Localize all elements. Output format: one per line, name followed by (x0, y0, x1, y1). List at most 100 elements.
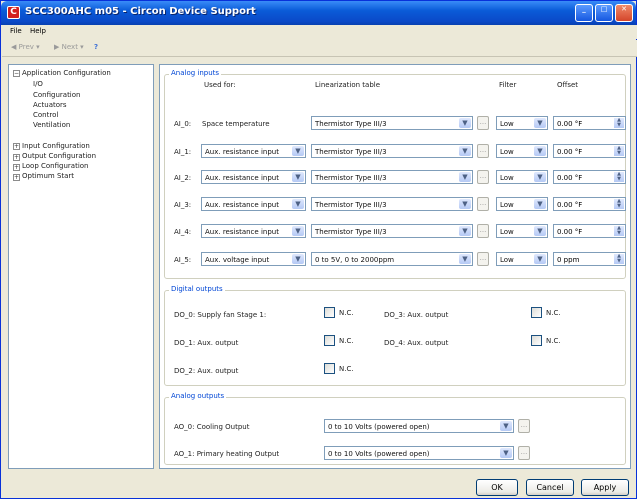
chevron-down-icon[interactable]: ▼ (459, 199, 471, 209)
ai-4-used-for-select[interactable]: Aux. resistance input ▼ (201, 224, 306, 238)
ai-2-offset-spinner[interactable]: 0.00 °F ▲ ▼ (553, 170, 626, 184)
menu-help[interactable]: Help (30, 27, 46, 35)
tree-item-control[interactable]: Control (33, 111, 58, 119)
chevron-down-icon[interactable]: ▼ (292, 226, 304, 236)
ai-3-filter-select[interactable]: Low ▼ (496, 197, 548, 211)
ai-1-browse-button[interactable]: ... (477, 144, 489, 158)
cancel-button[interactable]: Cancel (526, 479, 574, 496)
ai-4-browse-button[interactable]: ... (477, 224, 489, 238)
chevron-down-icon[interactable]: ▼ (459, 146, 471, 156)
chevron-down-icon[interactable]: ▼ (459, 172, 471, 182)
ai-5-browse-button[interactable]: ... (477, 252, 489, 266)
tree-item-ventilation[interactable]: Ventilation (33, 121, 70, 129)
prev-button[interactable]: ◀ Prev ▾ (11, 43, 40, 51)
chevron-down-icon[interactable]: ▼ (534, 199, 546, 209)
ai-4-label: AI_4: (174, 228, 192, 236)
ai-2-used-for-select[interactable]: Aux. resistance input ▼ (201, 170, 306, 184)
ai-3-used-for-select[interactable]: Aux. resistance input ▼ (201, 197, 306, 211)
help-icon[interactable]: ? (94, 43, 98, 51)
forward-arrow-icon: ▶ (54, 43, 60, 51)
chevron-down-icon[interactable]: ▼ (534, 146, 546, 156)
used-for-header: Used for: (204, 81, 236, 89)
chevron-down-icon[interactable]: ▼ (534, 254, 546, 264)
chevron-down-icon[interactable]: ▼ (459, 226, 471, 236)
ai-5-offset-spinner[interactable]: 0 ppm ▲ ▼ (553, 252, 626, 266)
ai-1-offset-spinner[interactable]: 0.00 °F ▲ ▼ (553, 144, 626, 158)
ao-1-browse-button[interactable]: ... (518, 446, 530, 460)
do-2-nc-checkbox[interactable] (324, 363, 335, 374)
ao-0-select[interactable]: 0 to 10 Volts (powered open) ▼ (324, 419, 514, 433)
expand-icon[interactable]: + (13, 154, 20, 161)
tree-item-application-configuration[interactable]: Application Configuration (22, 69, 111, 77)
ai-1-used-for-select[interactable]: Aux. resistance input ▼ (201, 144, 306, 158)
minimize-button[interactable]: _ (575, 4, 593, 22)
chevron-down-icon[interactable]: ▼ (534, 226, 546, 236)
ao-0-browse-button[interactable]: ... (518, 419, 530, 433)
ai-5-filter-select[interactable]: Low ▼ (496, 252, 548, 266)
ai-0-filter-value: Low (500, 120, 514, 128)
next-label: Next (61, 43, 78, 51)
tree-item-optimum-start[interactable]: Optimum Start (22, 172, 74, 180)
ai-2-linearization-select[interactable]: Thermistor Type III/3 ▼ (311, 170, 473, 184)
chevron-down-icon[interactable]: ▼ (534, 172, 546, 182)
menu-file[interactable]: File (10, 27, 22, 35)
ok-button[interactable]: OK (476, 479, 518, 496)
title-bar[interactable]: C SCC300AHC m05 - Circon Device Support … (1, 1, 636, 25)
tree-item-actuators[interactable]: Actuators (33, 101, 67, 109)
expand-icon[interactable]: + (13, 143, 20, 150)
linearization-header: Linearization table (315, 81, 381, 89)
tree-item-configuration[interactable]: Configuration (33, 91, 80, 99)
ai-4-filter-select[interactable]: Low ▼ (496, 224, 548, 238)
ai-0-filter-select[interactable]: Low ▼ (496, 116, 548, 130)
do-4-nc-checkbox[interactable] (531, 335, 542, 346)
tree-item-io[interactable]: I/O (33, 80, 43, 88)
ai-0-browse-button[interactable]: ... (477, 116, 489, 130)
ai-0-offset-spinner[interactable]: 0.00 °F ▲ ▼ (553, 116, 626, 130)
ai-3-label: AI_3: (174, 201, 192, 209)
ai-2-filter-select[interactable]: Low ▼ (496, 170, 548, 184)
chevron-down-icon[interactable]: ▼ (292, 146, 304, 156)
ai-3-offset-spinner[interactable]: 0.00 °F ▲ ▼ (553, 197, 626, 211)
chevron-down-icon[interactable]: ▼ (500, 421, 512, 431)
ai-3-linearization-select[interactable]: Thermistor Type III/3 ▼ (311, 197, 473, 211)
tree-item-input-configuration[interactable]: Input Configuration (22, 142, 90, 150)
maximize-button[interactable]: □ (595, 4, 613, 22)
next-button[interactable]: ▶ Next ▾ (54, 43, 84, 51)
ao-1-select[interactable]: 0 to 10 Volts (powered open) ▼ (324, 446, 514, 460)
ai-0-linearization-select[interactable]: Thermistor Type III/3 ▼ (311, 116, 473, 130)
ai-4-linearization-select[interactable]: Thermistor Type III/3 ▼ (311, 224, 473, 238)
ai-4-offset-spinner[interactable]: 0.00 °F ▲ ▼ (553, 224, 626, 238)
expand-icon[interactable]: + (13, 174, 20, 181)
do-4-label: DO_4: Aux. output (384, 339, 449, 347)
close-button[interactable]: ✕ (615, 4, 633, 22)
tree-item-loop-configuration[interactable]: Loop Configuration (22, 162, 88, 170)
do-1-nc-label: N.C. (339, 337, 354, 345)
do-3-nc-checkbox[interactable] (531, 307, 542, 318)
tree-item-output-configuration[interactable]: Output Configuration (22, 152, 96, 160)
do-0-nc-checkbox[interactable] (324, 307, 335, 318)
spin-arrows-icon[interactable]: ▲ ▼ (614, 172, 624, 182)
chevron-down-icon[interactable]: ▼ (459, 254, 471, 264)
chevron-down-icon[interactable]: ▼ (292, 254, 304, 264)
spin-arrows-icon[interactable]: ▲ ▼ (614, 226, 624, 236)
chevron-down-icon[interactable]: ▼ (500, 448, 512, 458)
chevron-down-icon[interactable]: ▼ (534, 118, 546, 128)
spin-arrows-icon[interactable]: ▲ ▼ (614, 118, 624, 128)
collapse-icon[interactable]: − (13, 70, 20, 77)
ai-1-linearization-select[interactable]: Thermistor Type III/3 ▼ (311, 144, 473, 158)
spin-arrows-icon[interactable]: ▲ ▼ (614, 146, 624, 156)
expand-icon[interactable]: + (13, 164, 20, 171)
chevron-down-icon[interactable]: ▼ (292, 172, 304, 182)
apply-button[interactable]: Apply (581, 479, 629, 496)
chevron-down-icon[interactable]: ▼ (292, 199, 304, 209)
chevron-down-icon[interactable]: ▼ (459, 118, 471, 128)
spin-arrows-icon[interactable]: ▲ ▼ (614, 199, 624, 209)
navigation-tree (8, 64, 154, 469)
do-1-nc-checkbox[interactable] (324, 335, 335, 346)
ai-2-browse-button[interactable]: ... (477, 170, 489, 184)
ai-3-browse-button[interactable]: ... (477, 197, 489, 211)
ai-5-linearization-select[interactable]: 0 to 5V, 0 to 2000ppm ▼ (311, 252, 473, 266)
ai-1-filter-select[interactable]: Low ▼ (496, 144, 548, 158)
ai-5-used-for-select[interactable]: Aux. voltage input ▼ (201, 252, 306, 266)
spin-arrows-icon[interactable]: ▲ ▼ (614, 254, 624, 264)
